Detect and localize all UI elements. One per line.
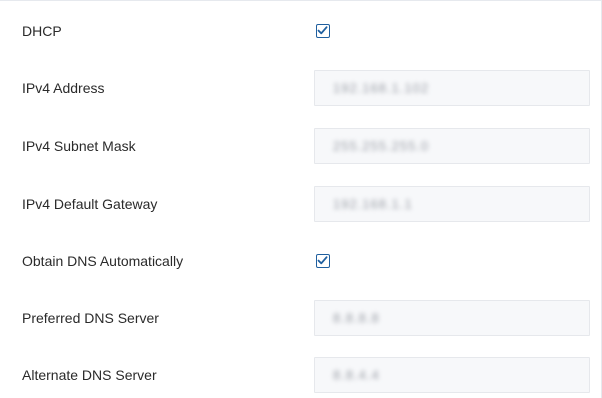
check-icon	[317, 26, 328, 35]
obtain-dns-checkbox[interactable]	[316, 254, 330, 268]
dhcp-checkbox[interactable]	[316, 24, 330, 38]
dhcp-row: DHCP	[0, 11, 602, 51]
alternate-dns-row: Alternate DNS Server 8.8.4.4	[0, 355, 602, 395]
preferred-dns-row: Preferred DNS Server 8.8.8.8	[0, 298, 602, 338]
check-icon	[317, 256, 328, 265]
ipv4-subnet-mask-value: 255.255.255.0	[333, 138, 430, 154]
ipv4-address-value: 192.168.1.102	[333, 80, 430, 96]
preferred-dns-value: 8.8.8.8	[333, 310, 380, 326]
alternate-dns-value: 8.8.4.4	[333, 367, 380, 383]
preferred-dns-field[interactable]: 8.8.8.8	[314, 300, 590, 336]
ipv4-address-label: IPv4 Address	[22, 80, 105, 96]
ipv4-address-row: IPv4 Address 192.168.1.102	[0, 68, 602, 108]
ipv4-subnet-mask-field[interactable]: 255.255.255.0	[314, 128, 590, 164]
ipv4-subnet-mask-label: IPv4 Subnet Mask	[22, 138, 136, 154]
obtain-dns-label: Obtain DNS Automatically	[22, 253, 184, 269]
preferred-dns-label: Preferred DNS Server	[22, 310, 159, 326]
ipv4-default-gateway-field[interactable]: 192.168.1.1	[314, 186, 590, 222]
ipv4-address-field[interactable]: 192.168.1.102	[314, 70, 590, 106]
ipv4-default-gateway-value: 192.168.1.1	[333, 196, 413, 212]
ipv4-default-gateway-label: IPv4 Default Gateway	[22, 196, 158, 212]
dhcp-label: DHCP	[22, 23, 62, 39]
ipv4-default-gateway-row: IPv4 Default Gateway 192.168.1.1	[0, 184, 602, 224]
obtain-dns-row: Obtain DNS Automatically	[0, 241, 602, 281]
alternate-dns-field[interactable]: 8.8.4.4	[314, 357, 590, 393]
alternate-dns-label: Alternate DNS Server	[22, 367, 157, 383]
network-settings-panel: DHCP IPv4 Address 192.168.1.102 IPv4 Sub…	[0, 0, 602, 398]
ipv4-subnet-mask-row: IPv4 Subnet Mask 255.255.255.0	[0, 126, 602, 166]
